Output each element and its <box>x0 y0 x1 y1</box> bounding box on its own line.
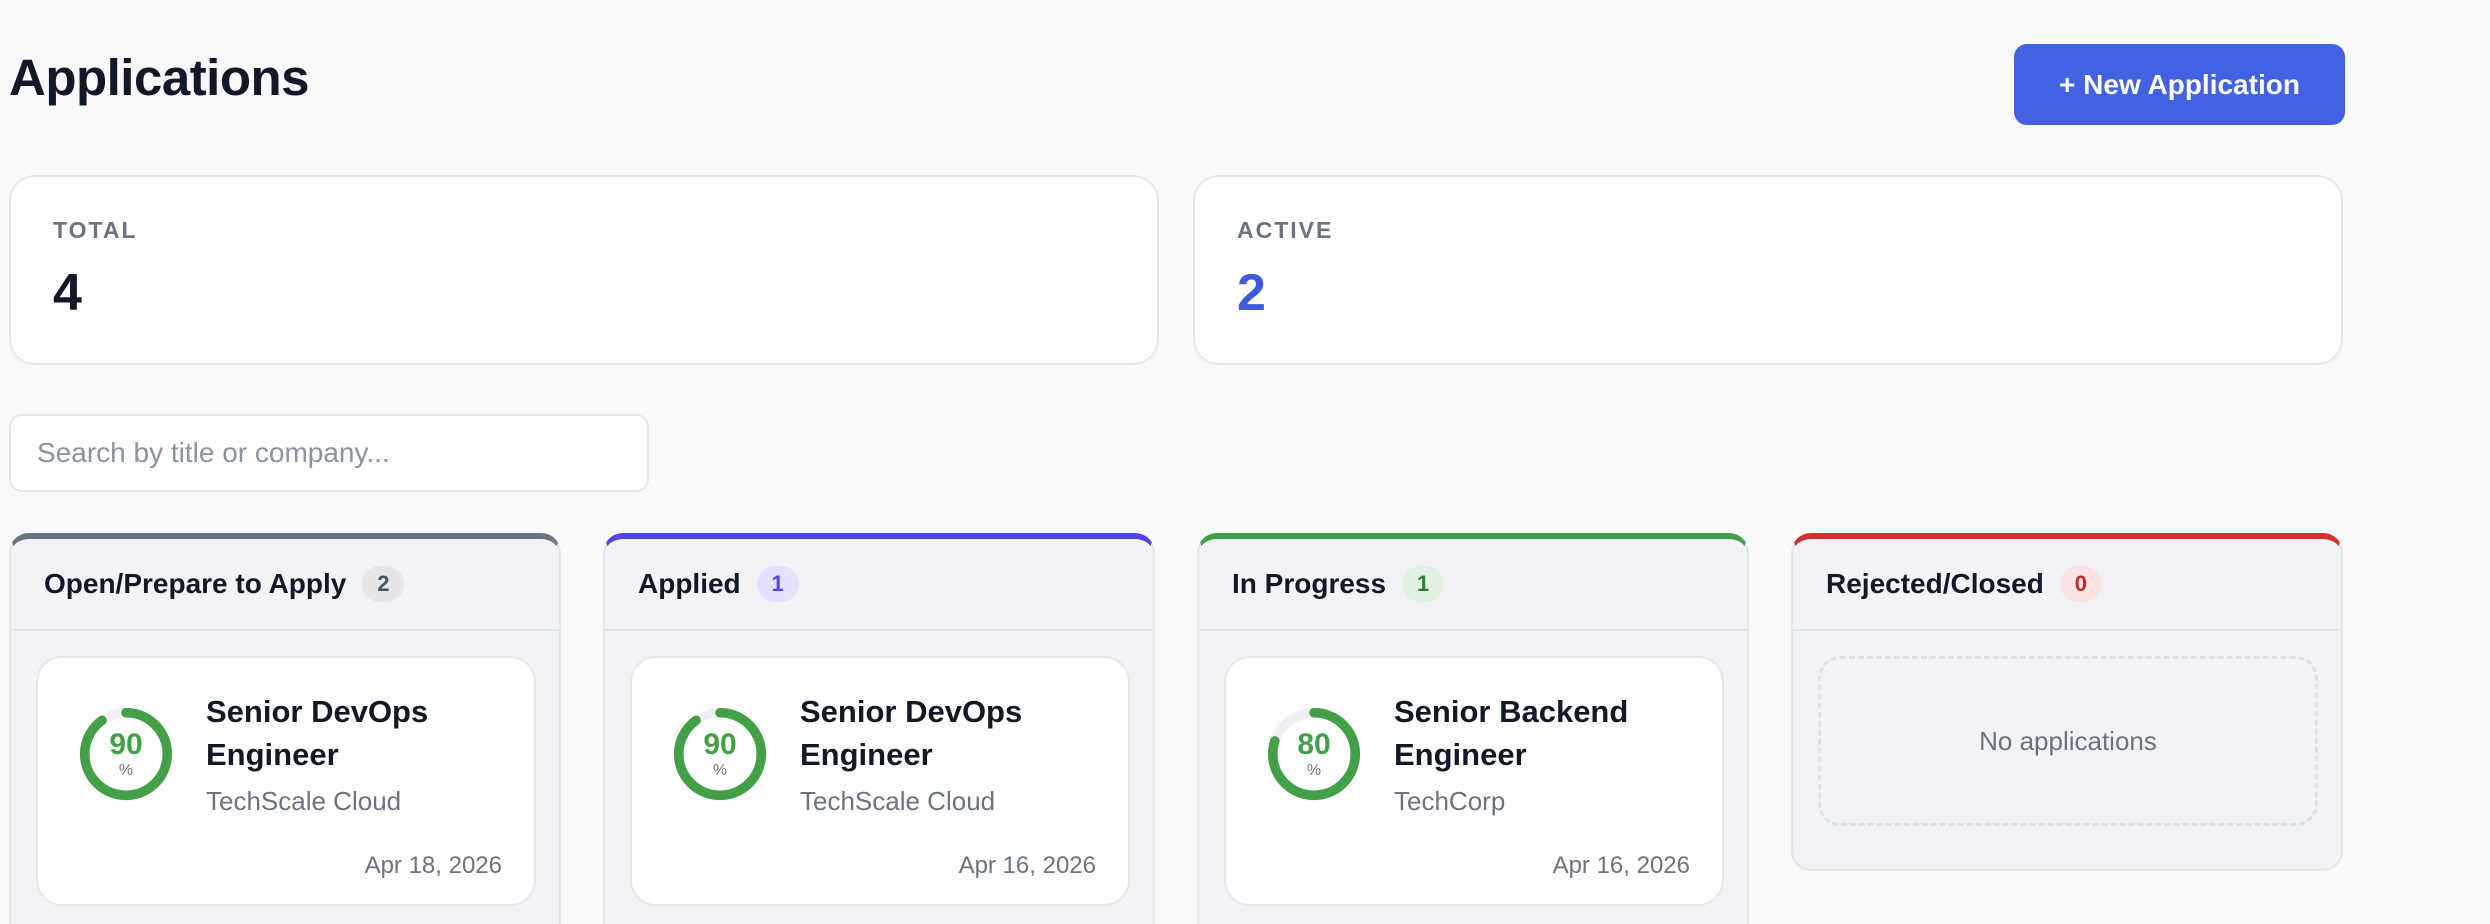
company-name: TechScale Cloud <box>800 786 996 816</box>
column-title: Applied <box>638 568 741 599</box>
application-card[interactable]: 80 % Senior Backend Engineer TechCorp Ap… <box>1224 656 1724 906</box>
column-count-badge: 0 <box>2059 566 2102 602</box>
total-stat-label: TOTAL <box>53 217 138 243</box>
column-header: Rejected/Closed 0 <box>1793 539 2341 631</box>
active-stat-card: ACTIVE 2 <box>1193 175 2343 365</box>
column-header: In Progress 1 <box>1199 539 1747 631</box>
column-rejected-closed: Rejected/Closed 0 No applications <box>1791 533 2343 871</box>
column-header: Open/Prepare to Apply 2 <box>11 539 559 631</box>
active-stat-value: 2 <box>1237 264 1266 322</box>
job-title: Senior Backend Engineer <box>1394 694 1629 772</box>
new-application-button[interactable]: + New Application <box>2014 44 2345 125</box>
column-title: Rejected/Closed <box>1826 568 2044 599</box>
match-score-value: 90 <box>109 728 143 761</box>
company-name: TechCorp <box>1394 786 1506 816</box>
total-stat-value: 4 <box>53 264 82 322</box>
column-open-prepare: Open/Prepare to Apply 2 90 % Senior DevO… <box>9 533 561 924</box>
job-title: Senior DevOps Engineer <box>206 694 429 772</box>
match-score-value: 90 <box>703 728 737 761</box>
total-stat-card: TOTAL 4 <box>9 175 1159 365</box>
applications-page: Applications + New Application TOTAL 4 A… <box>0 0 2490 924</box>
application-date: Apr 18, 2026 <box>364 852 502 879</box>
active-stat-label: ACTIVE <box>1237 217 1334 243</box>
empty-state: No applications <box>1818 656 2318 826</box>
application-date: Apr 16, 2026 <box>1552 852 1690 879</box>
match-score-value: 80 <box>1297 728 1331 761</box>
application-card[interactable]: 90 % Senior DevOps Engineer TechScale Cl… <box>36 656 536 906</box>
page-title: Applications <box>9 49 310 106</box>
empty-state-text: No applications <box>1979 725 2157 756</box>
match-score-unit: % <box>118 762 134 779</box>
column-count-badge: 1 <box>756 566 799 602</box>
application-card[interactable]: 90 % Senior DevOps Engineer TechScale Cl… <box>630 656 1130 906</box>
column-count-badge: 2 <box>362 566 405 602</box>
column-title: Open/Prepare to Apply <box>44 568 347 599</box>
application-date: Apr 16, 2026 <box>958 852 1096 879</box>
match-score-unit: % <box>1306 762 1322 779</box>
column-title: In Progress <box>1232 568 1387 599</box>
column-header: Applied 1 <box>605 539 1153 631</box>
column-in-progress: In Progress 1 80 % Senior Backend Engine… <box>1197 533 1749 924</box>
match-score-unit: % <box>712 762 728 779</box>
column-applied: Applied 1 90 % Senior DevOps Engineer Te… <box>603 533 1155 924</box>
search-input[interactable] <box>9 414 649 492</box>
company-name: TechScale Cloud <box>206 786 402 816</box>
job-title: Senior DevOps Engineer <box>800 694 1023 772</box>
column-count-badge: 1 <box>1402 566 1445 602</box>
